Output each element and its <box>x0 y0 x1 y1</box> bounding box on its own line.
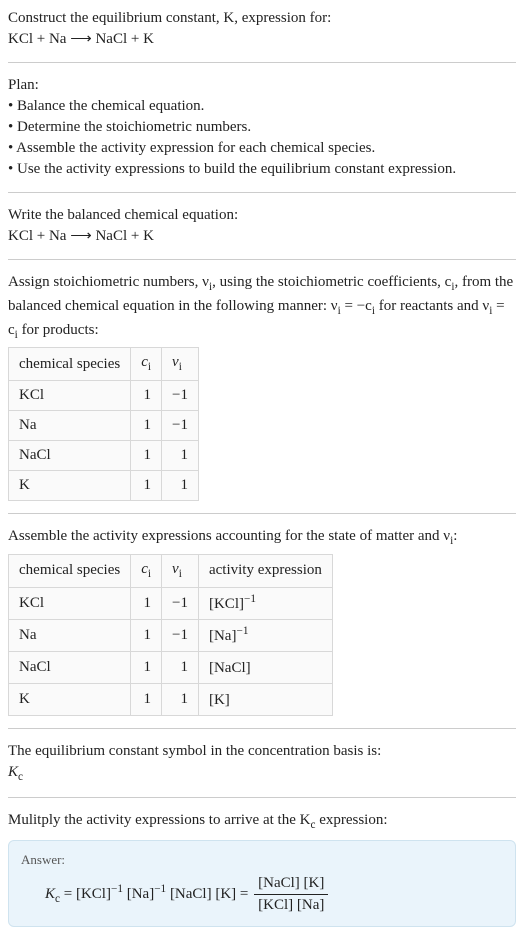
balanced-equation: KCl + Na ⟶ NaCl + K <box>8 228 154 244</box>
answer-equation: Kc = [KCl]−1 [Na]−1 [NaCl] [K] = [NaCl] … <box>21 873 503 916</box>
col-expr: activity expression <box>198 554 332 587</box>
cell-species: KCl <box>9 587 131 619</box>
divider <box>8 192 516 193</box>
col-c: ci <box>131 554 162 587</box>
table-row: chemical species ci νi activity expressi… <box>9 554 333 587</box>
cell-v: −1 <box>162 619 199 651</box>
table-row: NaCl 1 1 [NaCl] <box>9 651 333 683</box>
question-equation: KCl + Na ⟶ NaCl + K <box>8 31 154 47</box>
cell-expr: [K] <box>198 683 332 715</box>
col-c: ci <box>131 348 162 381</box>
cell-v: −1 <box>162 411 199 441</box>
plan-item: • Assemble the activity expression for e… <box>8 140 375 156</box>
answer-label: Answer: <box>21 851 503 869</box>
cell-species: Na <box>9 619 131 651</box>
cell-v: 1 <box>162 683 199 715</box>
kc-intro: The equilibrium constant symbol in the c… <box>8 743 381 759</box>
cell-expr: [KCl]−1 <box>198 587 332 619</box>
cell-c: 1 <box>131 619 162 651</box>
col-species: chemical species <box>9 348 131 381</box>
plan-item: • Use the activity expressions to build … <box>8 161 456 177</box>
plan-title: Plan: <box>8 77 39 93</box>
balanced-section: Write the balanced chemical equation: KC… <box>8 205 516 247</box>
kc-symbol-section: The equilibrium constant symbol in the c… <box>8 741 516 786</box>
kc-symbol: Kc <box>8 764 23 780</box>
cell-v: 1 <box>162 651 199 683</box>
answer-box: Answer: Kc = [KCl]−1 [Na]−1 [NaCl] [K] =… <box>8 840 516 927</box>
table-row: Na 1 −1 [Na]−1 <box>9 619 333 651</box>
table-row: NaCl 1 1 <box>9 441 199 471</box>
cell-c: 1 <box>131 381 162 411</box>
cell-species: NaCl <box>9 441 131 471</box>
question-line1: Construct the equilibrium constant, K, e… <box>8 10 331 26</box>
cell-expr: [NaCl] <box>198 651 332 683</box>
divider <box>8 513 516 514</box>
cell-v: 1 <box>162 471 199 501</box>
cell-c: 1 <box>131 587 162 619</box>
cell-species: NaCl <box>9 651 131 683</box>
cell-c: 1 <box>131 651 162 683</box>
divider <box>8 259 516 260</box>
cell-c: 1 <box>131 471 162 501</box>
cell-c: 1 <box>131 683 162 715</box>
col-v: νi <box>162 554 199 587</box>
stoich-table: chemical species ci νi KCl 1 −1 Na 1 −1 … <box>8 347 199 501</box>
cell-v: −1 <box>162 381 199 411</box>
stoich-intro: Assign stoichiometric numbers, νi, using… <box>8 274 513 338</box>
col-species: chemical species <box>9 554 131 587</box>
plan-item: • Determine the stoichiometric numbers. <box>8 119 251 135</box>
multiply-section: Mulitply the activity expressions to arr… <box>8 810 516 927</box>
cell-species: KCl <box>9 381 131 411</box>
cell-v: 1 <box>162 441 199 471</box>
cell-species: K <box>9 683 131 715</box>
activity-table: chemical species ci νi activity expressi… <box>8 554 333 716</box>
activity-section: Assemble the activity expressions accoun… <box>8 526 516 716</box>
cell-species: Na <box>9 411 131 441</box>
stoich-section: Assign stoichiometric numbers, νi, using… <box>8 272 516 501</box>
cell-v: −1 <box>162 587 199 619</box>
question-header: Construct the equilibrium constant, K, e… <box>8 8 516 50</box>
multiply-intro: Mulitply the activity expressions to arr… <box>8 812 388 828</box>
table-row: Na 1 −1 <box>9 411 199 441</box>
col-v: νi <box>162 348 199 381</box>
cell-species: K <box>9 471 131 501</box>
table-row: KCl 1 −1 <box>9 381 199 411</box>
cell-c: 1 <box>131 411 162 441</box>
plan-section: Plan: • Balance the chemical equation. •… <box>8 75 516 180</box>
balanced-intro: Write the balanced chemical equation: <box>8 207 238 223</box>
divider <box>8 797 516 798</box>
table-row: KCl 1 −1 [KCl]−1 <box>9 587 333 619</box>
cell-expr: [Na]−1 <box>198 619 332 651</box>
table-row: K 1 1 [K] <box>9 683 333 715</box>
plan-item: • Balance the chemical equation. <box>8 98 204 114</box>
divider <box>8 62 516 63</box>
table-row: chemical species ci νi <box>9 348 199 381</box>
activity-intro: Assemble the activity expressions accoun… <box>8 528 457 544</box>
divider <box>8 728 516 729</box>
table-row: K 1 1 <box>9 471 199 501</box>
cell-c: 1 <box>131 441 162 471</box>
